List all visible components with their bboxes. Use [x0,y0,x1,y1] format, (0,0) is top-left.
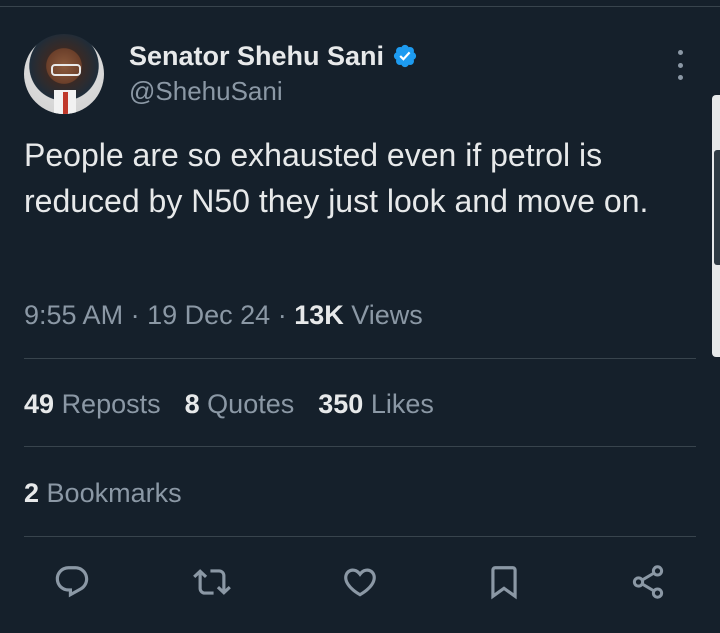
repost-button[interactable] [190,560,234,604]
divider [24,446,696,447]
bookmark-icon [491,566,517,600]
dot [677,75,683,80]
repost-icon [193,569,231,595]
avatar-tie [63,92,68,114]
likes-count: 350 [318,389,364,419]
reply-icon [55,566,89,598]
share-button[interactable] [626,560,670,604]
action-bar [0,560,720,610]
scrollbar-thumb[interactable] [714,150,720,265]
engagement-stats: 49 Reposts 8 Quotes 350 Likes [24,387,458,421]
likes-stat[interactable]: 350 Likes [318,387,434,421]
bookmarks-label: Bookmarks [46,478,182,508]
divider [24,358,696,359]
tweet-meta: 9:55 AM · 19 Dec 24 · 13K Views [24,298,423,332]
tweet-time[interactable]: 9:55 AM [24,300,123,330]
like-button[interactable] [338,560,382,604]
reply-button[interactable] [50,560,94,604]
tweet-header: Senator Shehu Sani @ShehuSani [24,34,418,114]
avatar[interactable] [24,34,104,114]
bookmark-button[interactable] [482,560,526,604]
tweet-text: People are so exhausted even if petrol i… [24,137,649,219]
author-handle[interactable]: @ShehuSani [129,74,418,108]
avatar-glasses [51,64,81,76]
tweet-date[interactable]: 19 Dec 24 [147,300,270,330]
display-name-row: Senator Shehu Sani [129,40,418,72]
meta-separator: · [277,300,287,330]
bookmarks-count: 2 [24,478,40,508]
reposts-label: Reposts [61,389,161,419]
divider [24,536,696,537]
quotes-stat[interactable]: 8 Quotes [185,387,295,421]
like-icon [344,568,376,597]
bookmarks-stat[interactable]: 2 Bookmarks [24,476,182,510]
display-name[interactable]: Senator Shehu Sani [129,40,384,72]
quotes-label: Quotes [207,389,295,419]
reposts-stat[interactable]: 49 Reposts [24,387,161,421]
dot [677,50,683,55]
verified-badge-icon[interactable] [392,43,418,69]
views-label[interactable]: Views [351,300,423,330]
dot [677,62,683,68]
reposts-count: 49 [24,389,55,419]
views-count[interactable]: 13K [294,300,344,330]
top-divider [0,6,720,7]
share-icon [632,565,664,599]
quotes-count: 8 [184,389,200,419]
more-options-icon[interactable] [670,50,690,80]
meta-separator: · [130,300,140,330]
author-names: Senator Shehu Sani @ShehuSani [129,40,418,108]
likes-label: Likes [370,389,434,419]
